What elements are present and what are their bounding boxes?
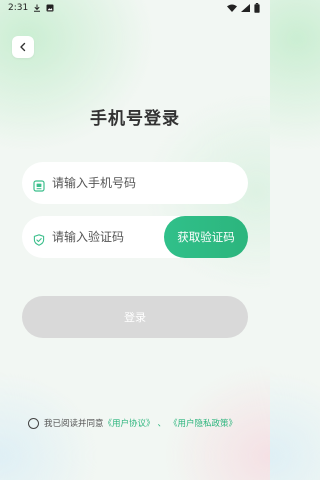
agreement-text: 我已阅读并同意 xyxy=(44,419,104,429)
download-icon xyxy=(33,4,41,12)
page-title: 手机号登录 xyxy=(90,109,180,129)
phone-input[interactable] xyxy=(52,173,232,193)
privacy-policy-link[interactable]: 《用户隐私政策》 xyxy=(169,417,237,429)
user-agreement-link[interactable]: 《用户协议》 xyxy=(104,417,155,429)
back-button[interactable] xyxy=(12,36,34,58)
shield-icon xyxy=(33,231,45,246)
battery-icon xyxy=(254,3,260,13)
cellular-signal-icon xyxy=(241,4,250,12)
agreement-separator: 、 xyxy=(157,419,167,429)
chevron-left-icon xyxy=(18,42,28,52)
phone-icon xyxy=(33,177,45,192)
login-button[interactable]: 登录 xyxy=(22,296,248,338)
phone-field xyxy=(22,162,248,204)
get-code-button[interactable]: 获取验证码 xyxy=(164,216,248,258)
wifi-icon xyxy=(227,4,237,12)
image-notification-icon xyxy=(46,4,54,12)
status-left: 2:31 xyxy=(8,3,54,13)
verification-code-input[interactable] xyxy=(52,227,182,247)
agreement-checkbox[interactable] xyxy=(28,417,39,429)
status-right xyxy=(227,3,260,13)
status-time: 2:31 xyxy=(8,3,29,13)
agreement-row: 我已阅读并同意 《用户协议》 、 《用户隐私政策》 xyxy=(28,416,258,430)
status-bar: 2:31 xyxy=(0,0,270,16)
verification-code-field: 获取验证码 xyxy=(22,216,248,258)
